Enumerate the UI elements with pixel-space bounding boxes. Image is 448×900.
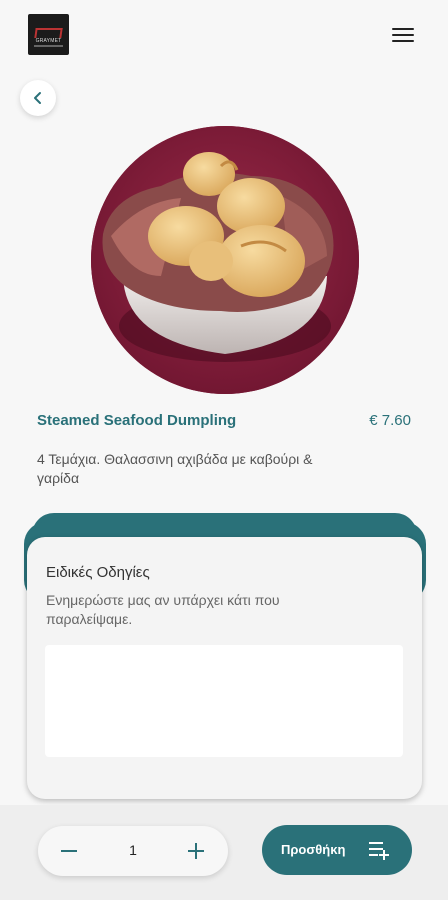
add-button-label: Προσθήκη (281, 842, 346, 857)
hamburger-menu-icon[interactable] (392, 26, 414, 44)
instructions-title: Ειδικές Οδηγίες (46, 564, 150, 581)
playlist-add-icon (369, 842, 389, 860)
product-price: € 7.60 (369, 412, 411, 429)
dish-image (91, 126, 359, 394)
chevron-left-icon (34, 92, 41, 104)
add-to-cart-button[interactable]: Προσθήκη (262, 825, 412, 875)
plus-icon[interactable] (184, 839, 208, 863)
logo-underline (34, 45, 63, 47)
quantity-stepper: 1 (38, 826, 228, 876)
back-button[interactable] (20, 80, 56, 116)
logo-roof-shape (34, 28, 63, 38)
restaurant-logo: GRAYMET (28, 14, 69, 55)
minus-icon[interactable] (57, 839, 81, 863)
instructions-input[interactable] (45, 645, 403, 757)
product-description: 4 Τεμάχια. Θαλασσινη αχιβάδα με καβούρι … (37, 451, 313, 486)
logo-text: GRAYMET (35, 38, 62, 44)
instructions-subtitle: Ενημερώστε μας αν υπάρχει κάτι που παραλ… (46, 592, 280, 627)
quantity-value: 1 (129, 842, 137, 858)
product-name: Steamed Seafood Dumpling (37, 412, 237, 429)
special-instructions-card: Ειδικές Οδηγίες Ενημερώστε μας αν υπάρχε… (27, 537, 422, 799)
